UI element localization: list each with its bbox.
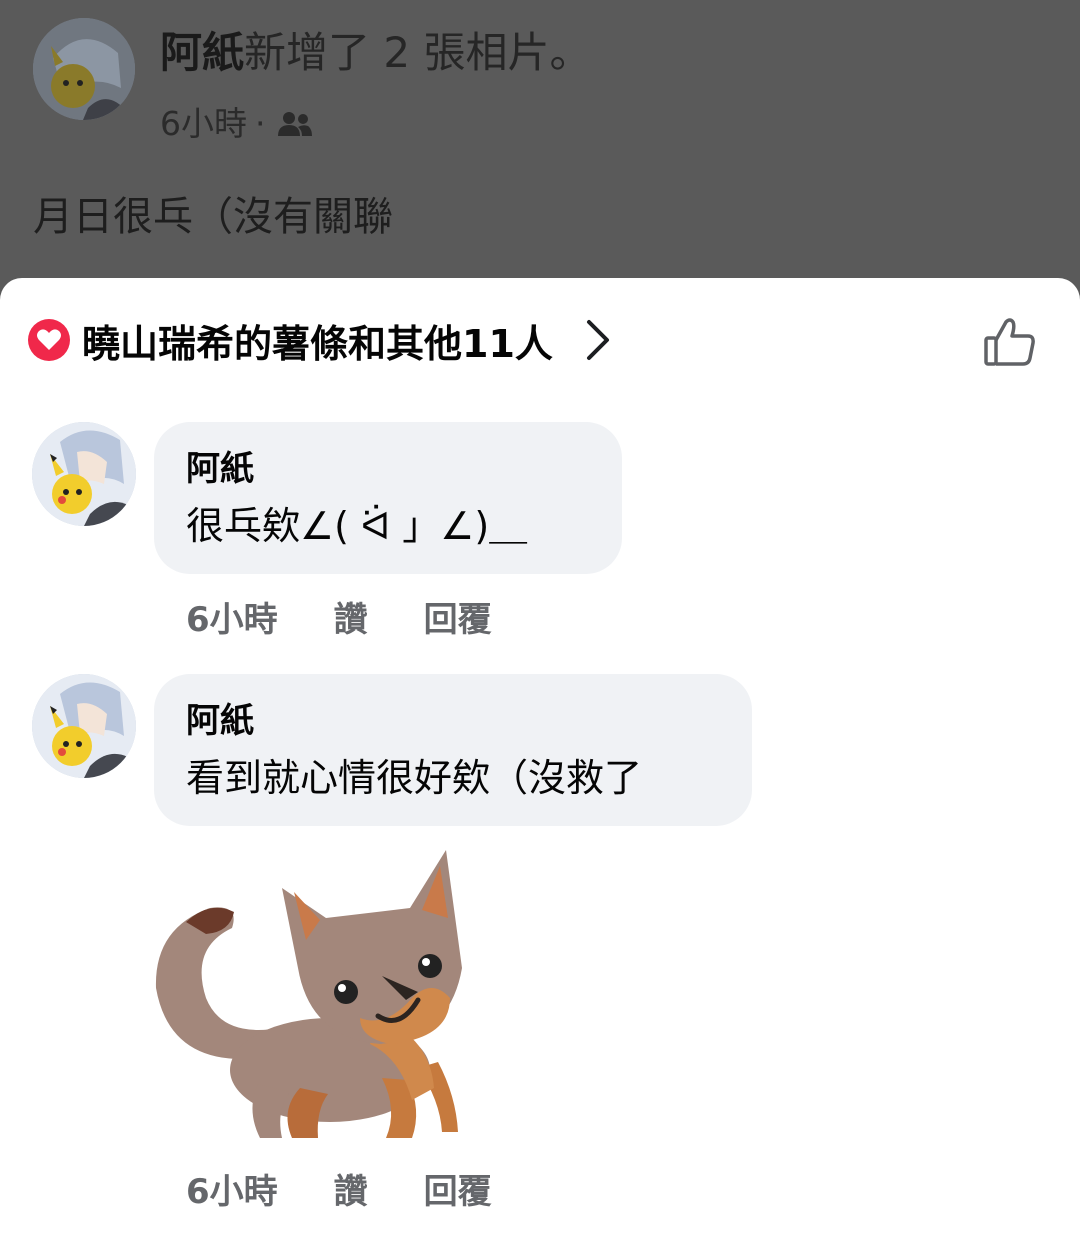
comment-bubble[interactable]: 阿紙 很乓欸∠( ᐛ 」∠)＿ (154, 422, 622, 574)
post-meta: 6小時 · (160, 102, 312, 146)
comment-avatar[interactable] (32, 674, 136, 778)
meta-separator: · (255, 104, 266, 143)
comment-actions: 6小時 讚 回覆 (186, 1164, 492, 1213)
comments-sheet: 曉山瑞希的薯條和其他11人 阿紙 很乓欸∠( ᐛ 」∠)＿ 6小時 讚 回覆 阿… (0, 278, 1080, 1235)
comment-reply-button[interactable]: 回覆 (424, 1164, 492, 1213)
friends-icon (277, 112, 312, 136)
post-author-name[interactable]: 阿紙 (160, 28, 244, 77)
post-author-avatar[interactable] (33, 18, 135, 120)
comment-bubble[interactable]: 阿紙 看到就心情很好欸（沒救了 (154, 674, 752, 826)
comment-author[interactable]: 阿紙 (186, 446, 590, 492)
comment-avatar[interactable] (32, 422, 136, 526)
comment-like-button[interactable]: 讚 (334, 1164, 368, 1213)
thumbs-up-icon[interactable] (982, 314, 1038, 370)
post-header-overlay: 阿紙新增了 2 張相片。 6小時 · 月日很乓（沒有關聯 (0, 0, 1080, 300)
comment-time[interactable]: 6小時 (186, 1164, 278, 1213)
heart-reaction-icon (28, 319, 70, 361)
comment-time[interactable]: 6小時 (186, 592, 278, 641)
post-title: 阿紙新增了 2 張相片。 (160, 26, 591, 80)
comment-actions: 6小時 讚 回覆 (186, 592, 492, 641)
post-body-text: 月日很乓（沒有關聯 (33, 194, 393, 240)
post-time[interactable]: 6小時 (160, 102, 247, 146)
fox-sticker[interactable] (150, 848, 480, 1148)
comment-like-button[interactable]: 讚 (334, 592, 368, 641)
comment-reply-button[interactable]: 回覆 (424, 592, 492, 641)
post-action-text: 新增了 2 張相片。 (244, 28, 592, 77)
comment-text: 看到就心情很好欸（沒救了 (186, 756, 643, 800)
comment-text: 很乓欸∠( ᐛ 」∠)＿ (186, 504, 528, 548)
chevron-right-icon (586, 320, 609, 360)
reactions-summary-text: 曉山瑞希的薯條和其他11人 (82, 321, 553, 366)
reactions-summary-link[interactable]: 曉山瑞希的薯條和其他11人 (28, 310, 613, 370)
comment-author[interactable]: 阿紙 (186, 698, 720, 744)
